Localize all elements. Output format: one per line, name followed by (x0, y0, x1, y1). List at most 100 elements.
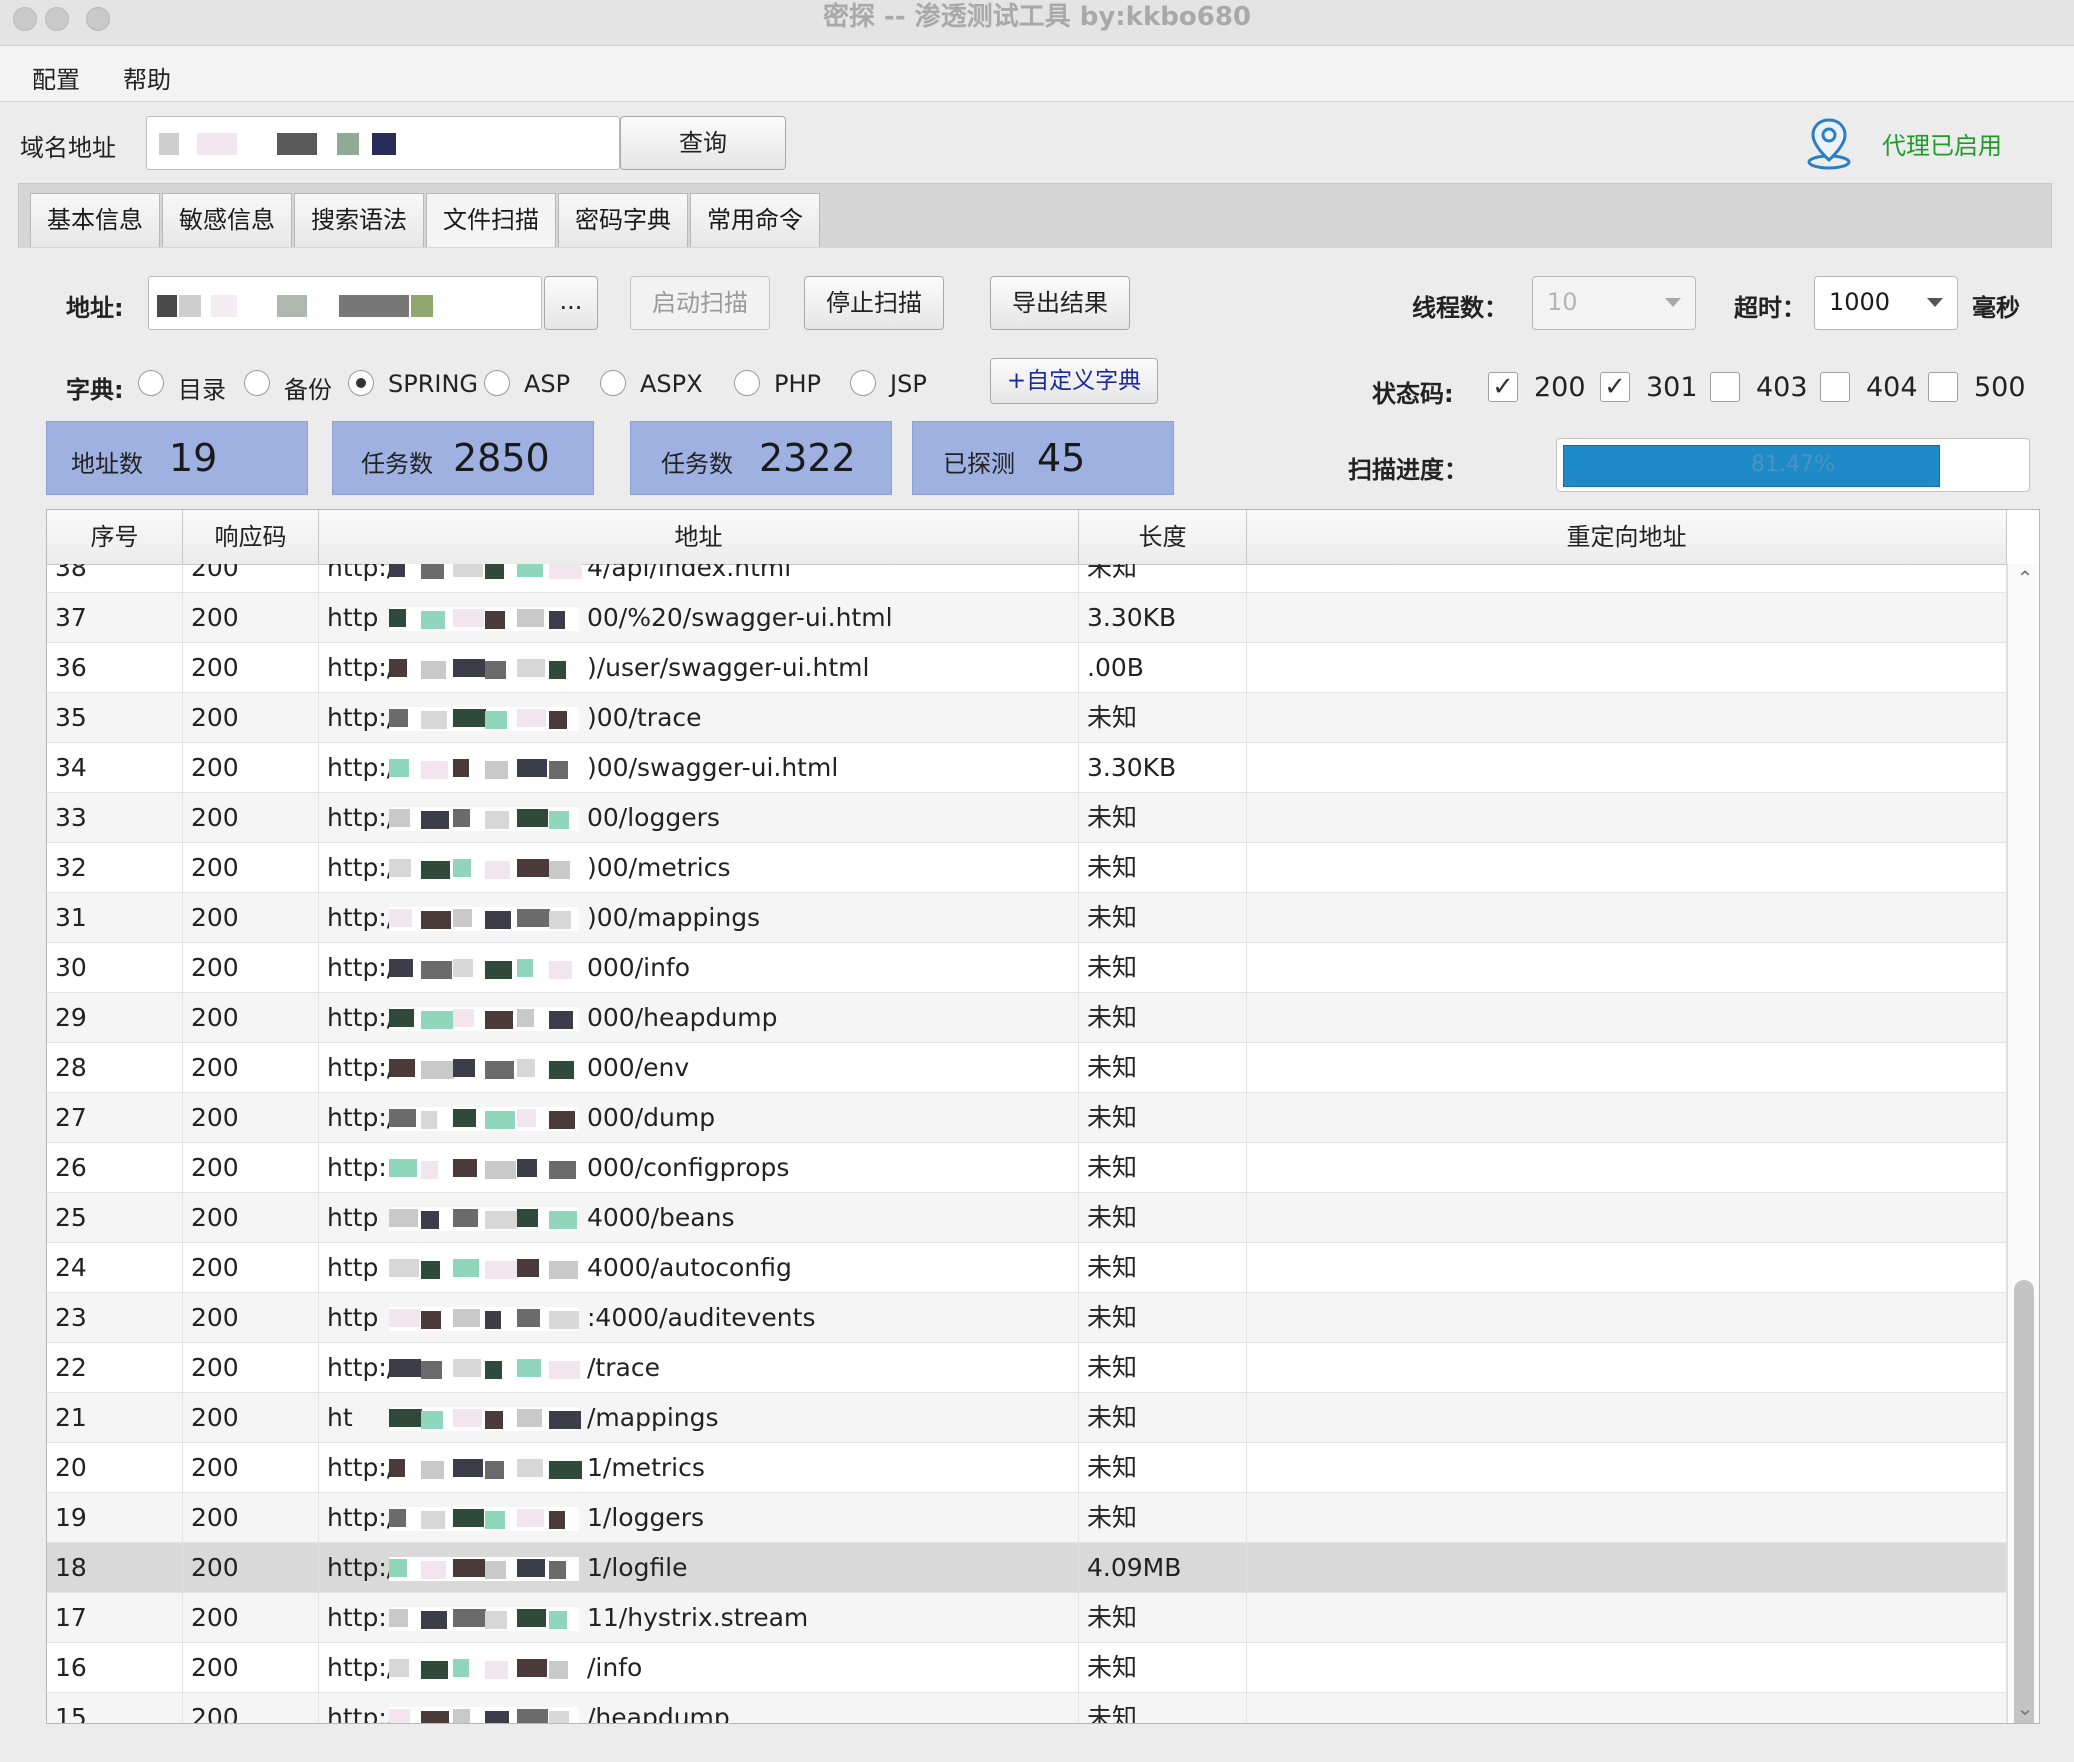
cell-length: 未知 (1079, 1593, 1247, 1643)
table-row[interactable]: 38 200 http:/ 4/api/index.html 未知 (47, 564, 2007, 593)
cell-index: 20 (47, 1443, 183, 1493)
cell-redirect (1247, 1393, 2007, 1443)
stat-label: 地址数 (71, 450, 143, 478)
table-row[interactable]: 28 200 http://000/env 未知 (47, 1043, 2007, 1093)
table-row[interactable]: 16 200 http:/ /info 未知 (47, 1643, 2007, 1693)
status-checkbox-200[interactable] (1488, 372, 1518, 402)
column-header-redirect[interactable]: 重定向地址 (1247, 510, 2007, 564)
tab-search-syntax[interactable]: 搜索语法 (294, 193, 424, 247)
table-row[interactable]: 30 200 http://1 000/info 未知 (47, 943, 2007, 993)
cell-length: 未知 (1079, 993, 1247, 1043)
table-row[interactable]: 19 200 http:/ 1/loggers 未知 (47, 1493, 2007, 1543)
table-row[interactable]: 25 200 http 4000/beans 未知 (47, 1193, 2007, 1243)
redacted-block (389, 1157, 579, 1181)
column-header-index[interactable]: 序号 (47, 510, 183, 564)
table-row[interactable]: 29 200 http://1 000/heapdump 未知 (47, 993, 2007, 1043)
status-checkbox-403[interactable] (1710, 372, 1740, 402)
menu-help[interactable]: 帮助 (123, 60, 171, 95)
dict-radio-spring[interactable] (348, 370, 374, 396)
table-row[interactable]: 34 200 http://1)00/swagger-ui.html 3.30KB (47, 743, 2007, 793)
table-row[interactable]: 24 200 http 4000/autoconfig 未知 (47, 1243, 2007, 1293)
table-row[interactable]: 20 200 http:/ 1/metrics 未知 (47, 1443, 2007, 1493)
cell-redirect (1247, 1093, 2007, 1143)
start-scan-button[interactable]: 启动扫描 (630, 276, 770, 330)
cell-length: 未知 (1079, 843, 1247, 893)
window-title: 密探 -- 渗透测试工具 by:kkbo680 (822, 2, 1252, 32)
status-checkbox-404[interactable] (1820, 372, 1850, 402)
url-prefix: http:/ (327, 1653, 396, 1682)
progress-text: 81.47% (1751, 452, 1835, 477)
query-button[interactable]: 查询 (620, 116, 786, 170)
status-checkbox-301[interactable] (1600, 372, 1630, 402)
cell-url: http:/ 1/loggers (319, 1493, 1079, 1543)
custom-dict-button[interactable]: +自定义字典 (990, 358, 1158, 404)
cell-url: http:/ /trace (319, 1343, 1079, 1393)
menu-bar (0, 46, 2074, 102)
timeout-unit: 毫秒 (1972, 294, 2020, 322)
tab-sensitive-info[interactable]: 敏感信息 (162, 193, 292, 247)
table-row[interactable]: 18 200 http:/ 1/logfile 4.09MB (47, 1543, 2007, 1593)
scroll-down-icon[interactable]: ⌄ (2008, 1696, 2039, 1720)
url-suffix: 000/heapdump (587, 1003, 778, 1032)
cell-url: http://1 000/heapdump (319, 993, 1079, 1043)
scroll-up-icon[interactable]: ⌃ (2008, 566, 2039, 590)
table-row[interactable]: 31 200 http://1)00/mappings 未知 (47, 893, 2007, 943)
table-row[interactable]: 17 200 http: 11/hystrix.stream 未知 (47, 1593, 2007, 1643)
dict-radio-backup[interactable] (244, 370, 270, 396)
domain-input[interactable] (146, 116, 620, 170)
table-row[interactable]: 33 200 http://00/loggers 未知 (47, 793, 2007, 843)
threads-select[interactable]: 10 (1532, 276, 1696, 330)
cell-status: 200 (183, 1243, 319, 1293)
table-row[interactable]: 37 200 http 00/%20/swagger-ui.html 3.30KB (47, 593, 2007, 643)
scrollbar-thumb[interactable] (2014, 1280, 2034, 1723)
table-row[interactable]: 36 200 http://)/user/swagger-ui.html .00B (47, 643, 2007, 693)
table-row[interactable]: 15 200 http://1/heapdump 未知 (47, 1693, 2007, 1723)
table-row[interactable]: 35 200 http://)00/trace 未知 (47, 693, 2007, 743)
table-row[interactable]: 21 200 ht/mappings 未知 (47, 1393, 2007, 1443)
cell-length: 未知 (1079, 693, 1247, 743)
address-input[interactable] (148, 276, 542, 330)
dict-radio-jsp[interactable] (850, 370, 876, 396)
dict-radio-aspx[interactable] (600, 370, 626, 396)
url-prefix: http:/ (327, 1453, 396, 1482)
dict-radio-php[interactable] (734, 370, 760, 396)
stop-scan-button[interactable]: 停止扫描 (804, 276, 944, 330)
results-table[interactable]: 序号 响应码 地址 长度 重定向地址 38 200 http:/4/api/inde… (46, 509, 2040, 1724)
url-suffix: 000/configprops (587, 1153, 790, 1182)
cell-status: 200 (183, 1643, 319, 1693)
menu-config[interactable]: 配置 (32, 60, 80, 95)
url-suffix: 1/loggers (587, 1503, 704, 1532)
table-row[interactable]: 27 200 http:/ 000/dump 未知 (47, 1093, 2007, 1143)
timeout-select[interactable]: 1000 (1814, 276, 1958, 330)
export-results-button[interactable]: 导出结果 (990, 276, 1130, 330)
status-checkbox-500[interactable] (1928, 372, 1958, 402)
column-header-length[interactable]: 长度 (1079, 510, 1247, 564)
table-row[interactable]: 32 200 http://1)00/metrics 未知 (47, 843, 2007, 893)
cell-length: 未知 (1079, 1093, 1247, 1143)
browse-button[interactable]: ... (544, 276, 598, 330)
domain-label: 域名地址 (20, 134, 116, 162)
stat-label: 已探测 (943, 450, 1015, 478)
timeout-value: 1000 (1829, 288, 1891, 316)
tab-password-dict[interactable]: 密码字典 (558, 193, 688, 247)
table-row[interactable]: 22 200 http:/ /trace 未知 (47, 1343, 2007, 1393)
url-prefix: http (327, 1253, 379, 1282)
column-header-url[interactable]: 地址 (319, 510, 1079, 564)
dict-radio-directory[interactable] (138, 370, 164, 396)
redacted-block (389, 1307, 579, 1331)
tab-basic-info[interactable]: 基本信息 (30, 193, 160, 247)
vertical-scrollbar[interactable]: ⌃ ⌄ (2007, 564, 2039, 1723)
column-header-status[interactable]: 响应码 (183, 510, 319, 564)
redacted-block (389, 907, 579, 931)
table-row[interactable]: 23 200 http:4000/auditevents 未知 (47, 1293, 2007, 1343)
tab-common-commands[interactable]: 常用命令 (690, 193, 820, 247)
url-prefix: http:/ (327, 1503, 396, 1532)
cell-redirect (1247, 843, 2007, 893)
cell-index: 24 (47, 1243, 183, 1293)
threads-label: 线程数： (1412, 294, 1508, 322)
table-row[interactable]: 26 200 http: 000/configprops 未知 (47, 1143, 2007, 1193)
tab-file-scan[interactable]: 文件扫描 (426, 193, 556, 247)
url-prefix: ht (327, 1403, 353, 1432)
dict-radio-asp[interactable] (484, 370, 510, 396)
location-pin-icon (1806, 116, 1852, 170)
